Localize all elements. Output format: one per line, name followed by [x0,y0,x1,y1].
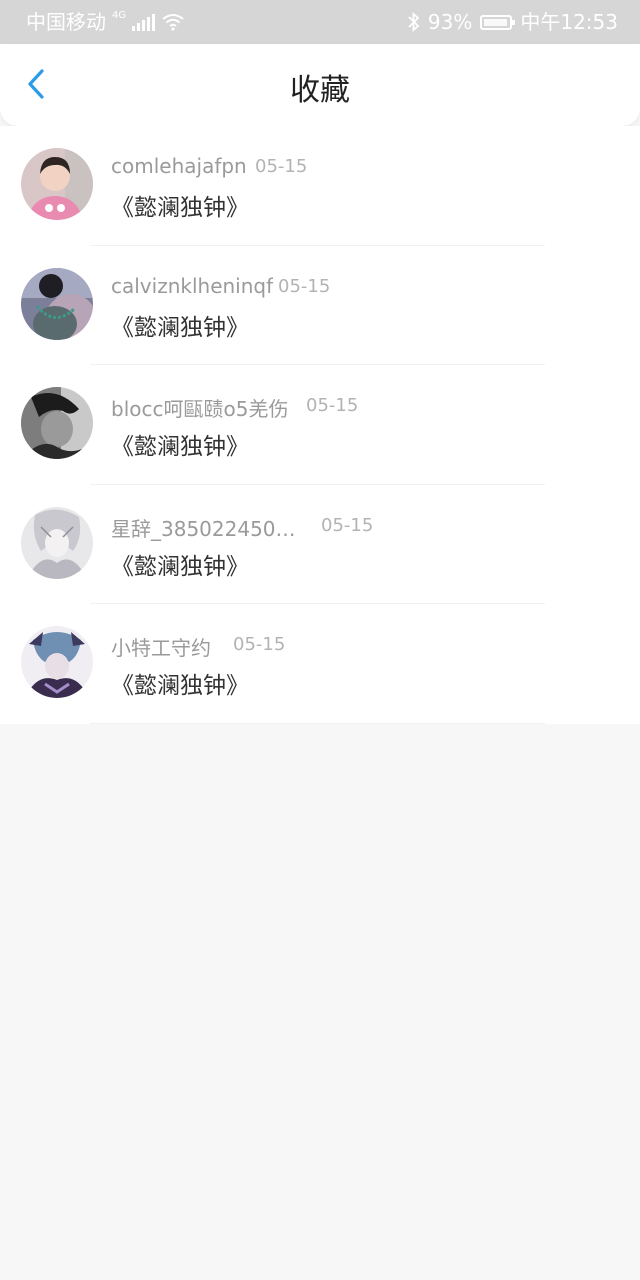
date-label: 05-15 [278,275,331,297]
list-item[interactable]: blocc呵甌赜o5羌伤 05-15 《懿澜独钟》 [0,365,640,485]
wifi-icon [161,13,185,31]
date-label: 05-15 [255,156,308,177]
username: comlehajafpn [111,154,247,178]
carrier-label: 中国移动 [26,10,106,34]
status-right: 93% 中午12:53 [408,0,618,44]
clock: 中午12:53 [520,10,618,34]
avatar[interactable] [21,267,93,340]
date-label: 05-15 [321,514,374,536]
avatar[interactable] [21,626,93,699]
favorite-title[interactable]: 《懿澜独钟》 [111,427,249,461]
battery-percent: 93% [427,10,473,34]
page-title: 收藏 [290,73,350,108]
nav-bar: 收藏 [0,44,640,126]
battery-fill [484,18,507,26]
bluetooth-icon [408,12,420,32]
signal-icon [132,13,156,31]
list-item[interactable]: 小特工守约 05-15 《懿澜独钟》 [0,604,640,724]
divider [90,722,545,724]
favorite-title[interactable]: 《懿澜独钟》 [111,308,249,342]
username: calviznklheninqf [111,273,274,298]
favorite-title[interactable]: 《懿澜独钟》 [111,666,249,700]
username: 小特工守约 [111,636,211,661]
favorites-list: comlehajafpn 05-15 《懿澜独钟》 calviznklhenin… [0,126,640,724]
favorite-title[interactable]: 《懿澜独钟》 [111,547,249,581]
username: blocc呵甌赜o5羌伤 [111,397,289,422]
status-left: 中国移动 4G [26,0,185,44]
status-bar: 中国移动 4G 93% 中午12:53 [0,0,640,44]
favorite-title[interactable]: 《懿澜独钟》 [111,188,249,222]
avatar[interactable] [21,387,93,460]
list-item[interactable]: comlehajafpn 05-15 《懿澜独钟》 [0,126,640,246]
network-type-label: 4G [112,10,127,21]
date-label: 05-15 [233,634,286,656]
list-item[interactable]: calviznklheninqf 05-15 《懿澜独钟》 [0,246,640,366]
avatar[interactable] [21,148,93,220]
username: 星辞_3850224503... [111,516,301,541]
battery-icon [480,14,516,30]
list-item[interactable]: 星辞_3850224503... 05-15 《懿澜独钟》 [0,485,640,605]
avatar[interactable] [21,506,93,579]
date-label: 05-15 [306,395,359,417]
